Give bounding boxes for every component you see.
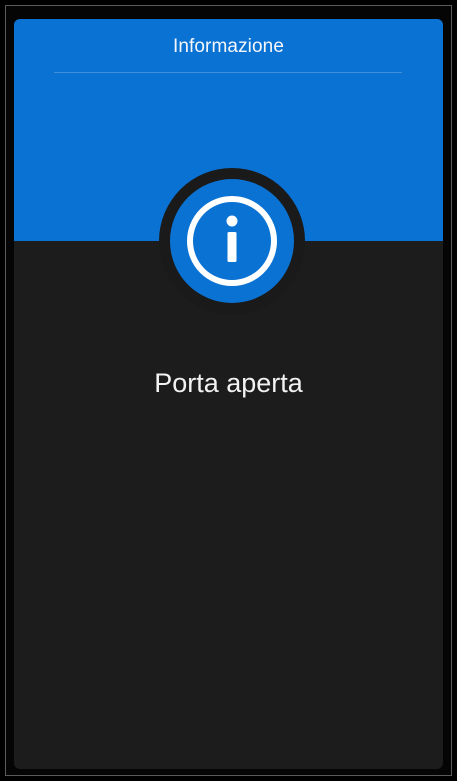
dialog-title: Informazione	[172, 36, 285, 57]
title-divider	[54, 72, 402, 73]
dialog-message: Porta aperta	[154, 368, 303, 398]
info-icon-badge	[159, 168, 305, 314]
info-icon	[170, 179, 294, 303]
info-dialog: Informazione Porta aperta	[14, 19, 443, 769]
